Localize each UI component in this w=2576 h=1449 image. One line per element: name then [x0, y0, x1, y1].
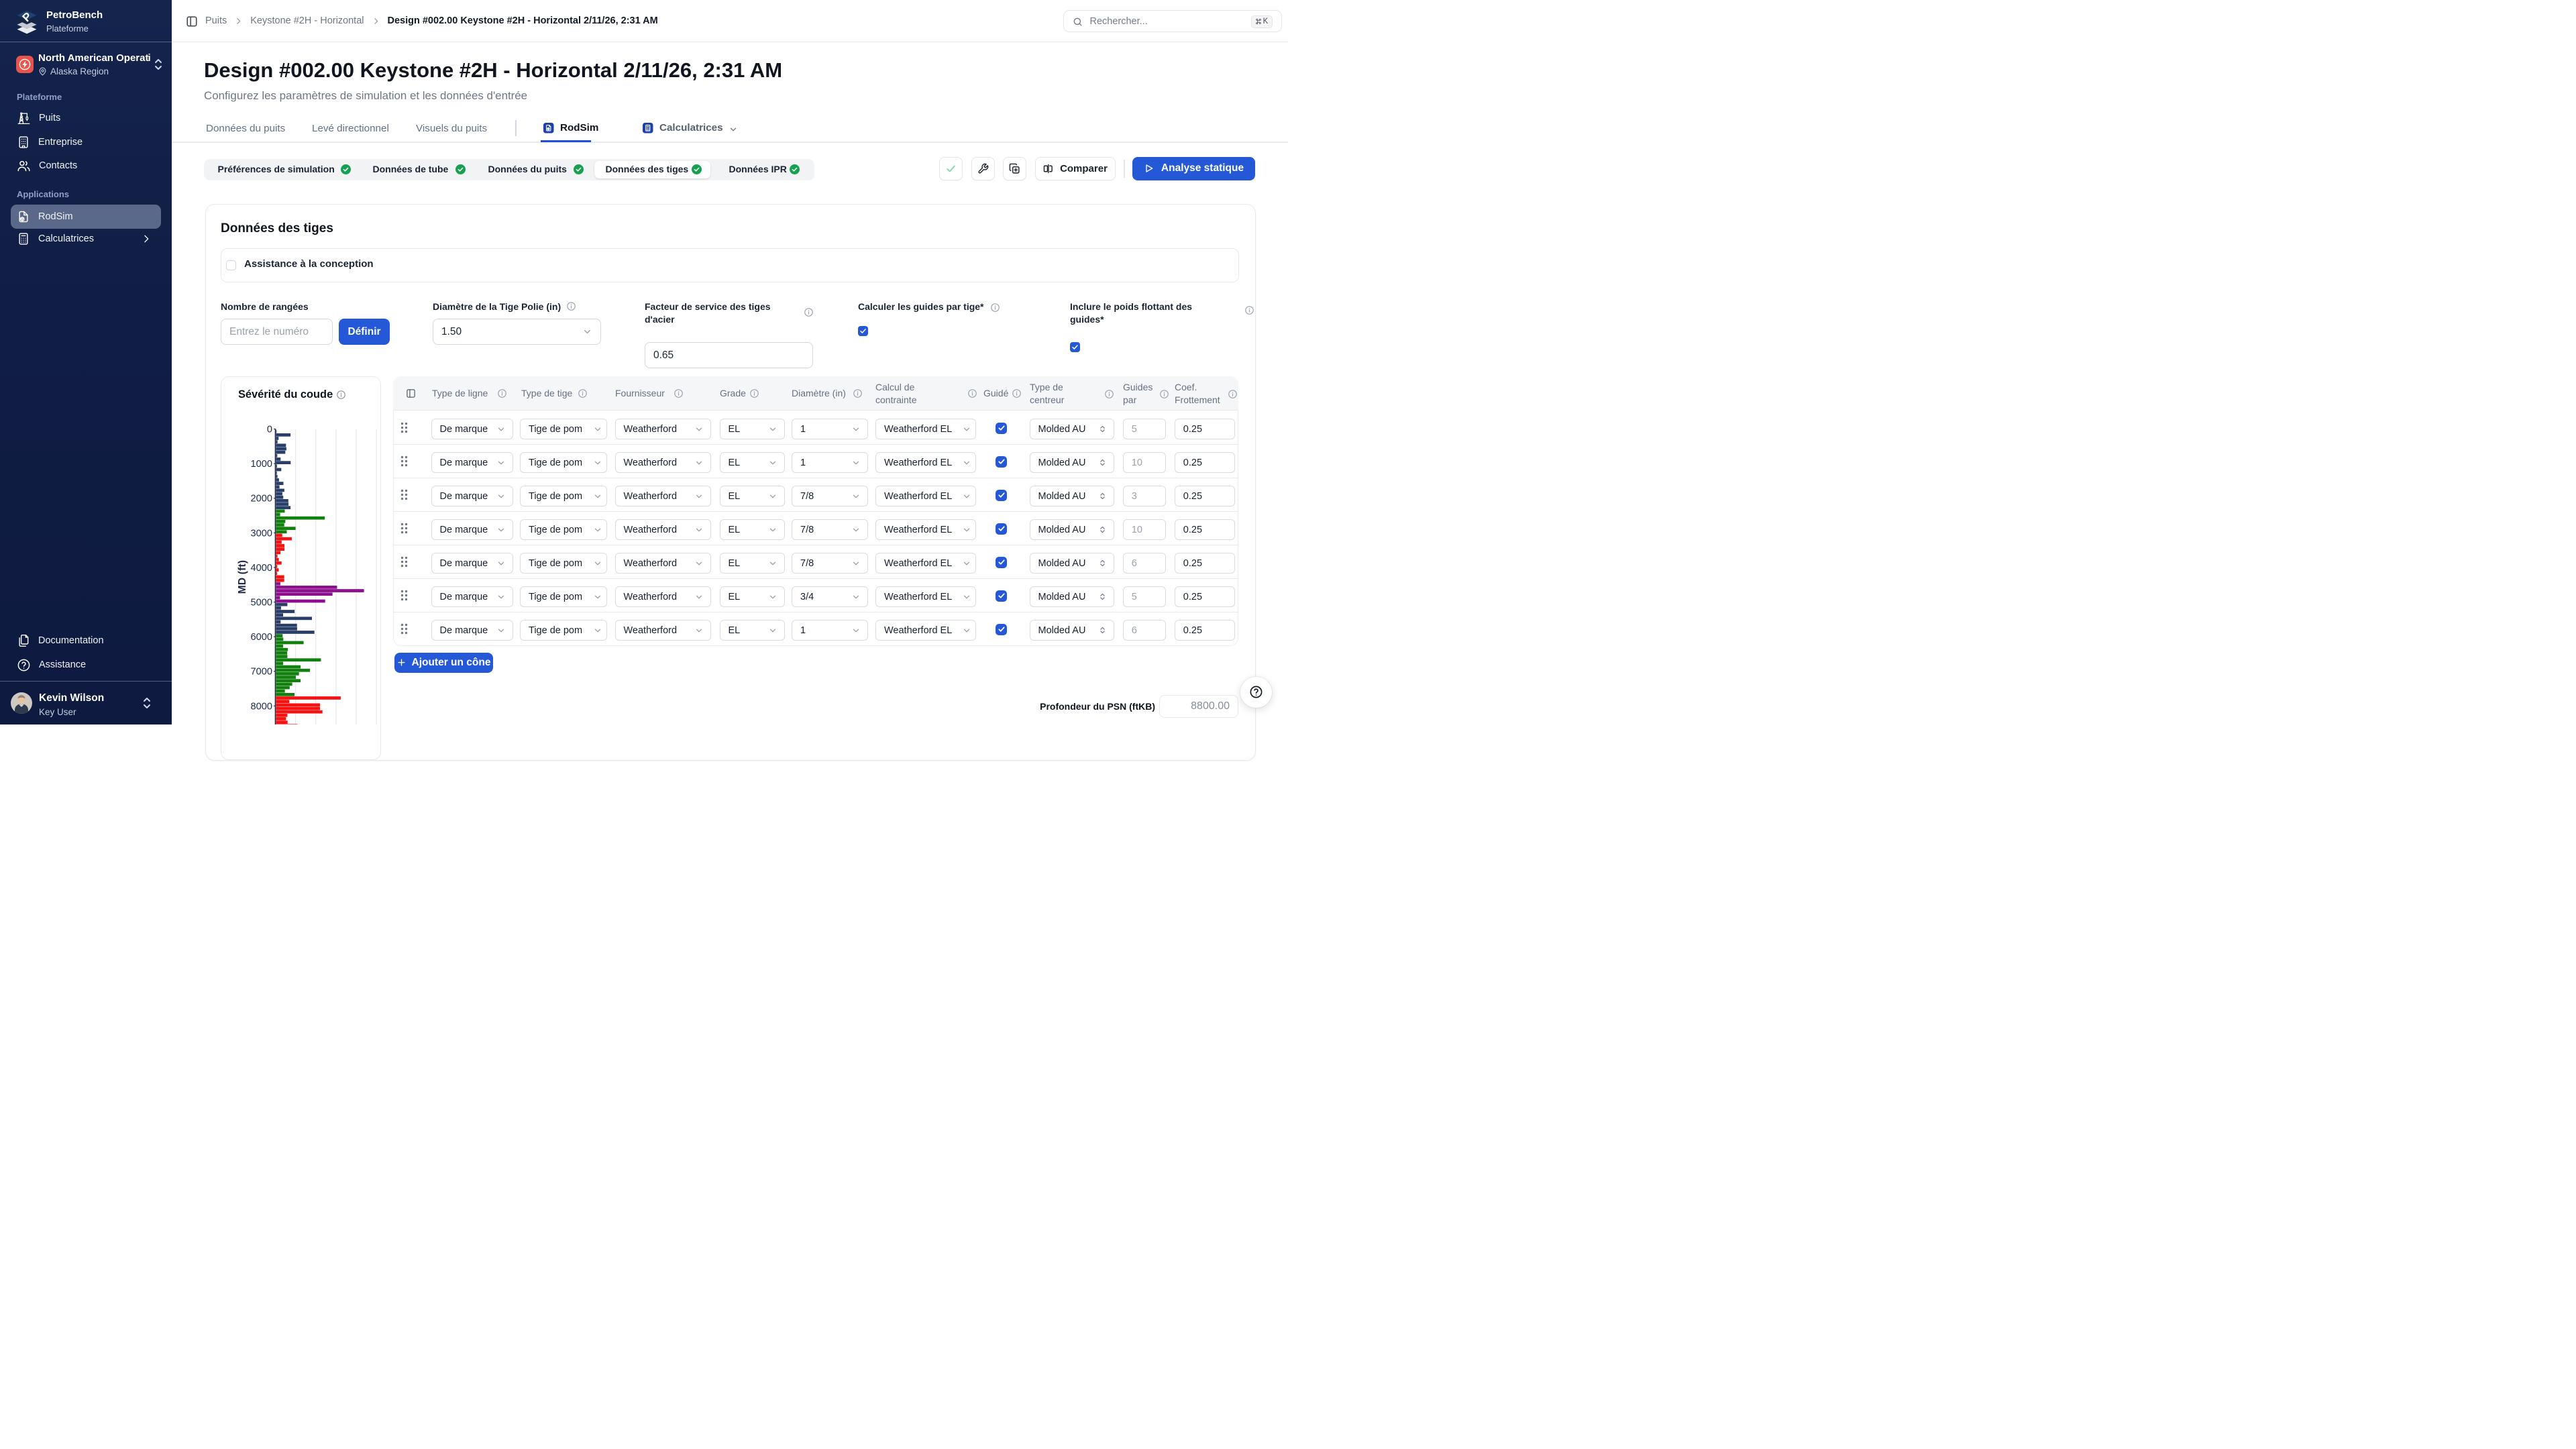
svg-text:6000: 6000	[251, 632, 272, 643]
svg-text:P: P	[20, 11, 34, 24]
svg-text:1000: 1000	[251, 459, 272, 470]
svg-text:7000: 7000	[251, 667, 272, 678]
svg-text:2000: 2000	[251, 494, 272, 504]
svg-text:3000: 3000	[251, 528, 272, 539]
svg-text:4000: 4000	[251, 563, 272, 574]
svg-text:5000: 5000	[251, 598, 272, 608]
svg-text:0: 0	[267, 425, 272, 435]
svg-text:8000: 8000	[251, 701, 272, 712]
